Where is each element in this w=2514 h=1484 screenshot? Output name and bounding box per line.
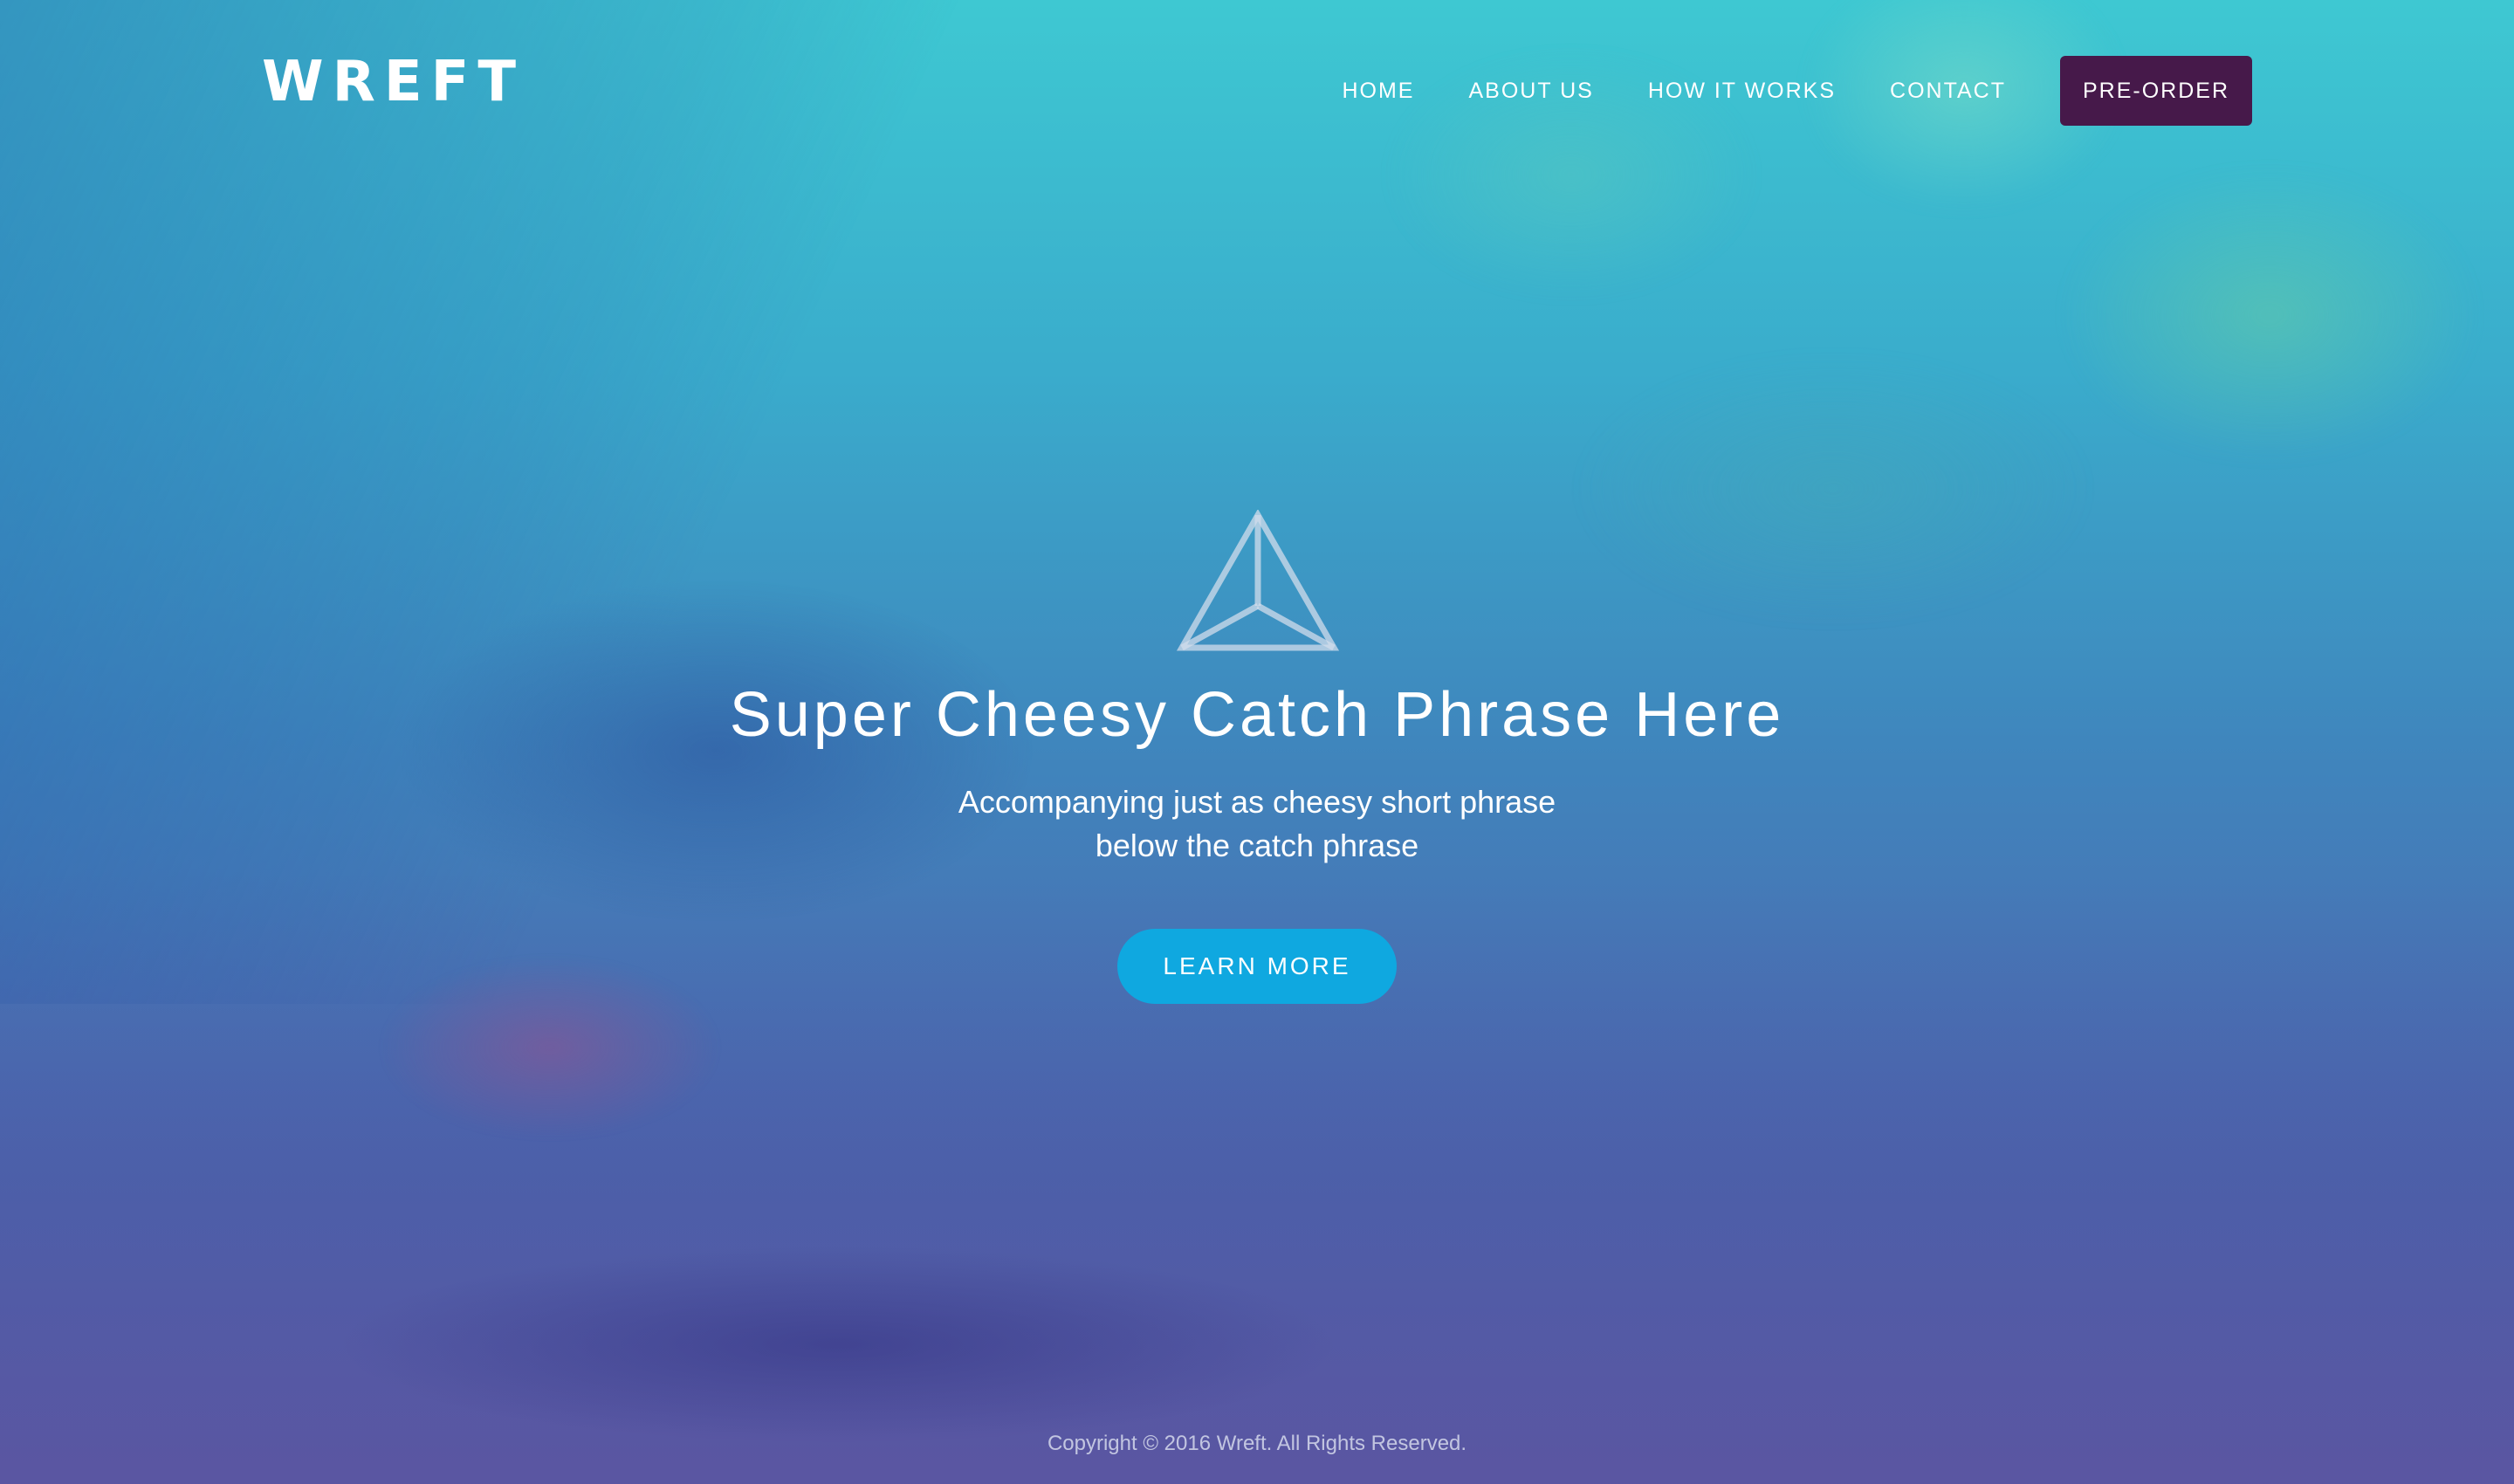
- nav-about-us[interactable]: ABOUT US: [1468, 79, 1593, 104]
- nav-how-it-works[interactable]: HOW IT WORKS: [1648, 79, 1836, 104]
- learn-more-button[interactable]: LEARN MORE: [1117, 929, 1397, 1004]
- background-shoe: [306, 899, 794, 1196]
- hero-subtitle-line1: Accompanying just as cheesy short phrase: [958, 784, 1556, 820]
- pyramid-logo-icon: [1177, 510, 1339, 651]
- hero-subtitle-line2: below the catch phrase: [1095, 828, 1419, 863]
- nav-home[interactable]: HOME: [1342, 79, 1414, 104]
- hero-title: Super Cheesy Catch Phrase Here: [729, 680, 1785, 750]
- hero-subtitle: Accompanying just as cheesy short phrase…: [0, 780, 2514, 868]
- nav-contact[interactable]: CONTACT: [1890, 79, 2006, 104]
- site-logo[interactable]: WREFT: [262, 54, 525, 110]
- footer-copyright: Copyright © 2016 Wreft. All Rights Reser…: [1047, 1432, 1467, 1455]
- main-nav: HOME ABOUT US HOW IT WORKS CONTACT PRE-O…: [1342, 56, 2252, 126]
- preorder-button[interactable]: PRE-ORDER: [2060, 56, 2252, 126]
- landing-page: WREFT HOME ABOUT US HOW IT WORKS CONTACT…: [0, 0, 2514, 1484]
